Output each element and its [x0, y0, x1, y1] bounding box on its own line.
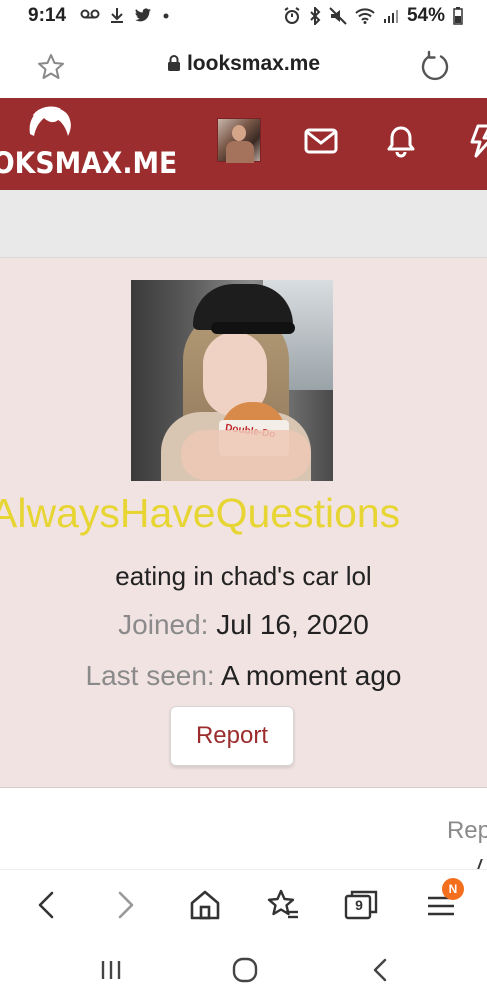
- avatar-figure-face: [232, 125, 246, 141]
- home-icon[interactable]: [188, 888, 222, 922]
- site-logo[interactable]: OKSMAX.ME: [0, 146, 177, 180]
- photo-cap-brim: [211, 322, 295, 334]
- back-icon[interactable]: [30, 888, 64, 922]
- bluetooth-icon: [310, 7, 321, 25]
- menu-badge: N: [442, 878, 464, 900]
- lightning-icon[interactable]: [466, 124, 487, 158]
- logo-hair-icon[interactable]: [26, 104, 74, 138]
- voicemail-icon: [80, 9, 100, 19]
- wifi-icon: [355, 8, 375, 24]
- last-seen-row: Last seen: A moment ago: [0, 660, 487, 692]
- signal-icon: [383, 10, 398, 23]
- tab-partial[interactable]: Rep: [447, 817, 487, 845]
- browser-url-bar: looksmax.me: [0, 34, 487, 98]
- avatar-figure-body: [226, 141, 254, 163]
- profile-card: Double-Do AlwaysHaveQuestions eating in …: [0, 258, 487, 788]
- battery-icon: [453, 7, 463, 25]
- mute-icon: [329, 7, 347, 25]
- status-system-icons: 54%: [283, 5, 463, 27]
- site-header: OKSMAX.ME: [0, 98, 487, 190]
- profile-tabs-area: Rep: [0, 789, 487, 869]
- menu-button[interactable]: N: [424, 878, 464, 922]
- photo-hands: [181, 430, 311, 480]
- user-avatar[interactable]: [217, 118, 261, 163]
- alarm-icon: [284, 7, 300, 24]
- profile-photo[interactable]: Double-Do: [131, 280, 333, 481]
- username: AlwaysHaveQuestions: [0, 490, 401, 536]
- mail-icon[interactable]: [304, 124, 338, 158]
- status-notification-icons: [80, 7, 170, 23]
- recent-apps-icon[interactable]: [96, 955, 126, 985]
- url-domain: looksmax.me: [186, 52, 321, 75]
- last-seen-value: A moment ago: [220, 660, 402, 691]
- system-home-icon[interactable]: [230, 955, 260, 985]
- forward-icon[interactable]: [108, 888, 142, 922]
- url-field[interactable]: looksmax.me: [0, 52, 487, 76]
- scroll-caret-icon: [477, 859, 487, 869]
- download-icon: [111, 8, 123, 23]
- status-time: 9:14: [28, 5, 67, 26]
- joined-label: Joined:: [118, 609, 209, 640]
- browser-bottom-nav: 9 N: [0, 869, 487, 937]
- system-back-icon[interactable]: [366, 955, 396, 985]
- status-bar: 9:14 54%: [0, 0, 487, 34]
- twitter-icon: [135, 8, 151, 22]
- lock-icon: [167, 55, 180, 71]
- bookmarks-icon[interactable]: [266, 888, 300, 922]
- reload-icon[interactable]: [419, 50, 451, 82]
- user-status: eating in chad's car lol: [115, 561, 372, 591]
- bell-icon[interactable]: [384, 124, 418, 158]
- dot-icon: [163, 13, 169, 19]
- last-seen-label: Last seen:: [85, 660, 215, 691]
- joined-row: Joined: Jul 16, 2020: [0, 609, 487, 641]
- report-button[interactable]: Report: [170, 706, 294, 766]
- battery-percent: 54%: [406, 5, 445, 26]
- joined-value: Jul 16, 2020: [216, 609, 369, 640]
- tabs-button[interactable]: 9: [344, 888, 378, 922]
- system-nav-bar: [0, 937, 487, 1000]
- tabs-count: 9: [355, 897, 363, 913]
- breadcrumb-bar: [0, 190, 487, 258]
